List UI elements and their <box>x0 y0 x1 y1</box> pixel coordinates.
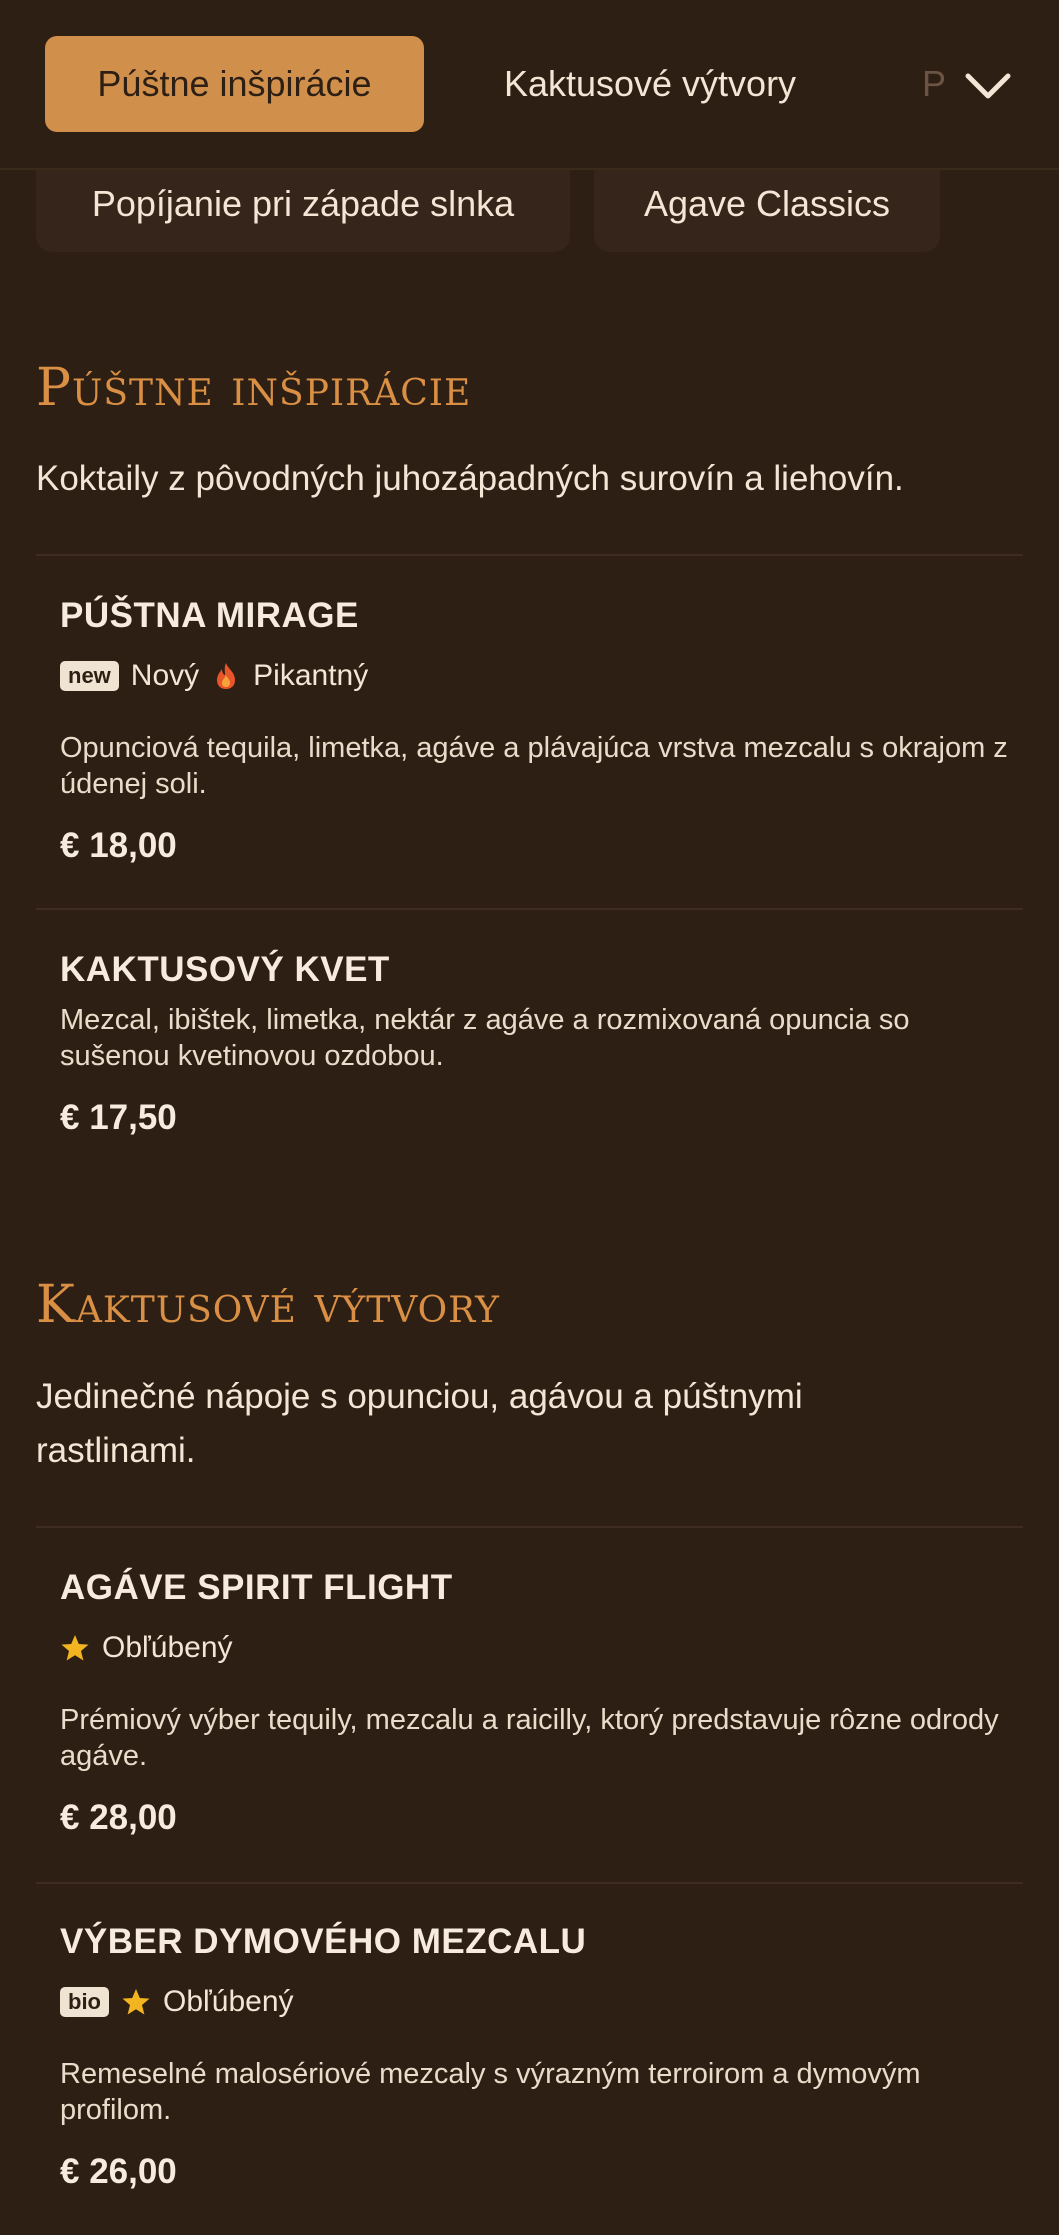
chip-sunset-sipping[interactable]: Popíjanie pri západe slnka <box>36 164 570 252</box>
tab-partial[interactable]: P <box>922 36 962 132</box>
badge-label: Obľúbený <box>102 1631 233 1664</box>
item-price: € 18,00 <box>60 826 177 865</box>
item-price: € 28,00 <box>60 1798 177 1837</box>
star-icon <box>61 1635 89 1661</box>
item-price: € 17,50 <box>60 1098 177 1137</box>
new-tag: new <box>60 661 119 691</box>
category-nav: Púštne inšpirácie Kaktusové výtvory P <box>0 0 1059 170</box>
section-description: Koktaily z pôvodných juhozápadných surov… <box>36 459 904 498</box>
tab-pustne-inspiracie[interactable]: Púštne inšpirácie <box>45 36 424 132</box>
section-title: Kaktusové výtvory <box>36 1275 500 1335</box>
divider <box>36 1882 1023 1884</box>
item-price: € 26,00 <box>60 2152 177 2191</box>
item-name: VÝBER DYMOVÉHO MEZCALU <box>60 1922 587 1961</box>
divider <box>36 908 1023 910</box>
item-name: PÚŠTNA MIRAGE <box>60 596 359 635</box>
item-description: Opunciová tequila, limetka, agáve a pláv… <box>60 732 1008 800</box>
badge-label: Pikantný <box>253 659 369 692</box>
item-description: Mezcal, ibištek, limetka, nektár z agáve… <box>60 1004 910 1072</box>
bio-tag: bio <box>60 1987 109 2017</box>
badge-label: Obľúbený <box>163 1985 294 2018</box>
tab-kaktusove-vytvory[interactable]: Kaktusové výtvory <box>470 36 830 132</box>
divider <box>36 554 1023 556</box>
item-description: Prémiový výber tequily, mezcalu a raicil… <box>60 1704 999 1772</box>
fire-icon <box>217 663 236 689</box>
divider <box>36 1526 1023 1528</box>
item-badges: new Nový Pikantný <box>60 656 368 696</box>
badge-label: Nový <box>130 659 200 692</box>
item-description: Remeselné malosériové mezcaly s výrazným… <box>60 2058 921 2126</box>
item-badges: bio Obľúbený <box>60 1982 294 2022</box>
chevron-down-icon[interactable] <box>960 58 1016 114</box>
section-title: Púštne inšpirácie <box>36 358 472 418</box>
star-icon <box>122 1989 150 2015</box>
item-badges: Obľúbený <box>60 1628 233 1668</box>
item-name: KAKTUSOVÝ KVET <box>60 950 390 989</box>
chip-agave-classics[interactable]: Agave Classics <box>594 164 940 252</box>
item-name: AGÁVE SPIRIT FLIGHT <box>60 1568 453 1607</box>
section-description: Jedinečné nápoje s opunciou, agávou a pú… <box>36 1377 803 1470</box>
